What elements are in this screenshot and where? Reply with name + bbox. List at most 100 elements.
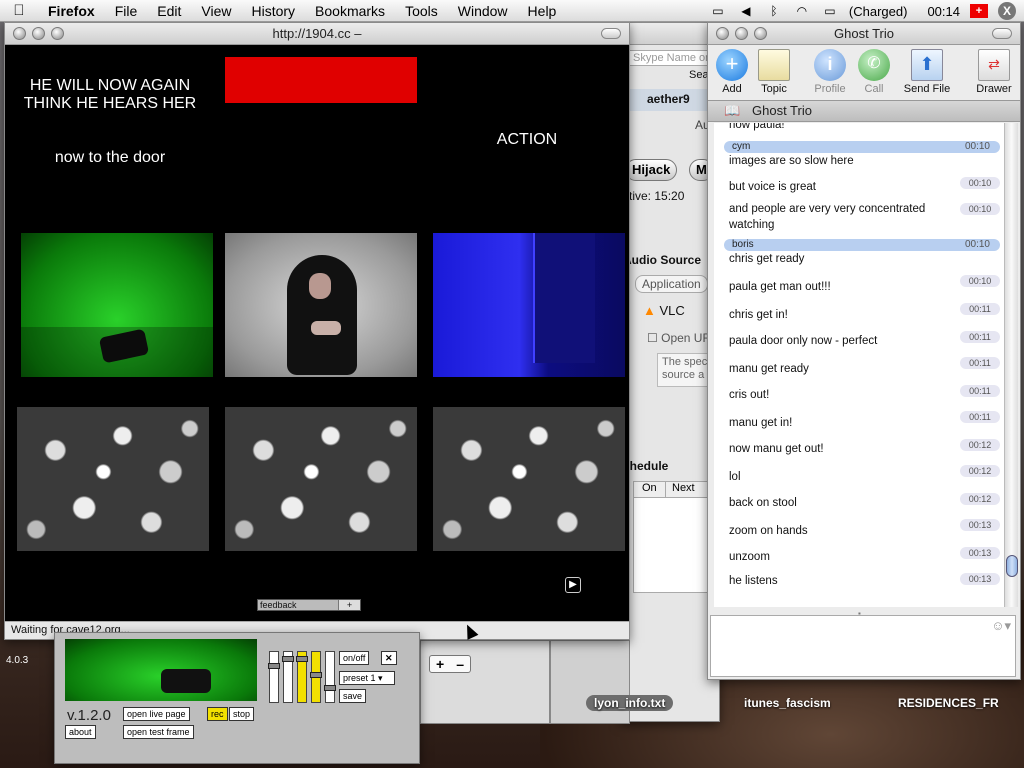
close-button[interactable]: [13, 27, 26, 40]
chat-message: manu get ready: [729, 363, 809, 375]
camera-green-room[interactable]: [21, 233, 213, 377]
open-live-page-button[interactable]: open live page: [123, 707, 190, 721]
zoom-button[interactable]: [51, 27, 64, 40]
menu-window[interactable]: Window: [448, 3, 518, 19]
message-timestamp: 00:13: [960, 519, 1000, 531]
menu-view[interactable]: View: [191, 3, 241, 19]
message-timestamp: 00:11: [960, 303, 1000, 315]
send-file-button[interactable]: ⬆ Send File: [900, 49, 954, 95]
display-icon[interactable]: ▭: [709, 4, 727, 18]
feedback-plus-button[interactable]: +: [338, 600, 360, 610]
minimize-button[interactable]: [735, 27, 748, 40]
topic-button[interactable]: Topic: [752, 49, 796, 95]
minimize-button[interactable]: [32, 27, 45, 40]
message-timestamp: 00:11: [960, 357, 1000, 369]
message-timestamp: 00:10: [960, 203, 1000, 215]
desktop-icon-itunes-fascism[interactable]: itunes_fascism: [744, 696, 831, 710]
slider-knob[interactable]: [282, 656, 294, 662]
about-button[interactable]: about: [65, 725, 96, 739]
camera-hooded-figure[interactable]: [225, 233, 417, 377]
message-timestamp: 00:11: [960, 385, 1000, 397]
vj-slider-2[interactable]: [282, 651, 294, 703]
menu-help[interactable]: Help: [518, 3, 567, 19]
message-input[interactable]: ☺▾: [710, 615, 1016, 677]
skype-search-field[interactable]: Skype Name or: [629, 50, 719, 66]
slider-knob[interactable]: [268, 663, 280, 669]
battery-status[interactable]: (Charged): [849, 4, 908, 19]
plus-button[interactable]: +: [436, 656, 444, 672]
vlc-label: VLC: [659, 303, 685, 318]
feedback-label: feedback: [260, 600, 297, 610]
vj-slider-1[interactable]: [268, 651, 280, 703]
chat-message: and people are very very concentrated wa…: [729, 203, 926, 231]
vlc-source[interactable]: ▲ VLC: [643, 303, 685, 318]
smiley-icon[interactable]: ☺▾: [991, 618, 1011, 634]
vj-slider-3[interactable]: [296, 651, 308, 703]
menu-history[interactable]: History: [241, 3, 305, 19]
x-icon[interactable]: X: [998, 2, 1016, 20]
on-off-button[interactable]: on/off: [339, 651, 370, 665]
application-tab[interactable]: Application: [635, 275, 708, 293]
add-button[interactable]: + Add: [710, 49, 754, 95]
stop-button[interactable]: stop: [229, 707, 255, 721]
action-text: ACTION: [496, 131, 558, 148]
save-button[interactable]: save: [339, 689, 367, 703]
apple-menu-icon[interactable]: : [0, 2, 38, 19]
open-url-checkbox[interactable]: ☐ Open UR: [647, 331, 711, 345]
feedback-bar[interactable]: feedback +: [257, 599, 361, 611]
camera-noise-1[interactable]: [17, 407, 209, 551]
preset-select[interactable]: preset 1 ▾: [339, 671, 395, 685]
open-test-frame-button[interactable]: open test frame: [123, 725, 194, 739]
toolbar-toggle[interactable]: [601, 28, 621, 39]
menu-bookmarks[interactable]: Bookmarks: [305, 3, 395, 19]
slider-knob[interactable]: [324, 685, 336, 691]
camera-blue-door[interactable]: [433, 233, 625, 377]
menu-file[interactable]: File: [105, 3, 148, 19]
play-icon[interactable]: ▶: [565, 577, 581, 593]
swiss-flag-icon[interactable]: +: [970, 4, 988, 18]
sender-time: 00:10: [964, 141, 990, 152]
open-url-label: Open UR: [661, 331, 712, 345]
skype-user-name[interactable]: aether9: [621, 89, 721, 111]
menu-tools[interactable]: Tools: [395, 3, 448, 19]
hijack-button[interactable]: Hijack: [625, 159, 678, 181]
skype-window: S Skype Name or Sea aether9 Au Hijack M …: [431, 22, 721, 722]
bluetooth-icon[interactable]: ᛒ: [765, 4, 783, 18]
chat-transcript[interactable]: now paula! cym 00:10 images are so slow her…: [714, 123, 1004, 607]
vj-slider-5[interactable]: [324, 651, 336, 703]
drawer-button[interactable]: ⇄ Drawer: [972, 49, 1016, 95]
slider-knob[interactable]: [296, 656, 308, 662]
profile-button[interactable]: i Profile: [808, 49, 852, 95]
wifi-icon[interactable]: ◠: [793, 4, 811, 18]
close-x-icon[interactable]: ✕: [381, 651, 397, 665]
zoom-button[interactable]: [754, 27, 767, 40]
message-timestamp: 00:12: [960, 465, 1000, 477]
menu-edit[interactable]: Edit: [147, 3, 191, 19]
rec-button[interactable]: rec: [207, 707, 228, 721]
skype-search-button[interactable]: Sea: [689, 69, 709, 81]
col-on[interactable]: On: [634, 482, 666, 497]
menu-app-firefox[interactable]: Firefox: [38, 3, 105, 19]
menubar-clock[interactable]: 00:14: [927, 4, 960, 19]
desktop-icon-lyon-info[interactable]: lyon_info.txt: [586, 695, 674, 711]
topic-icon: [758, 49, 790, 81]
camera-noise-3[interactable]: [433, 407, 625, 551]
background-window: + – ⚙▾: [420, 640, 585, 724]
camera-noise-2[interactable]: [225, 407, 417, 551]
vj-slider-4[interactable]: [310, 651, 322, 703]
scrollbar-thumb[interactable]: [1006, 555, 1018, 577]
speaker-icon[interactable]: ◀: [737, 4, 755, 18]
slider-knob[interactable]: [310, 672, 322, 678]
info-icon: i: [814, 49, 846, 81]
message-timestamp: 00:13: [960, 547, 1000, 559]
call-button[interactable]: ✆ Call: [852, 49, 896, 95]
chat-message: lol: [729, 471, 741, 483]
chat-scrollbar[interactable]: [1004, 123, 1018, 607]
close-button[interactable]: [716, 27, 729, 40]
vj-preview: [65, 639, 257, 701]
battery-icon[interactable]: ▭: [821, 4, 839, 18]
col-next[interactable]: Next: [666, 482, 695, 497]
minus-button[interactable]: –: [456, 656, 464, 672]
desktop-icon-residences-fr[interactable]: RESIDENCES_FR: [898, 696, 999, 710]
toolbar-toggle[interactable]: [992, 28, 1012, 39]
